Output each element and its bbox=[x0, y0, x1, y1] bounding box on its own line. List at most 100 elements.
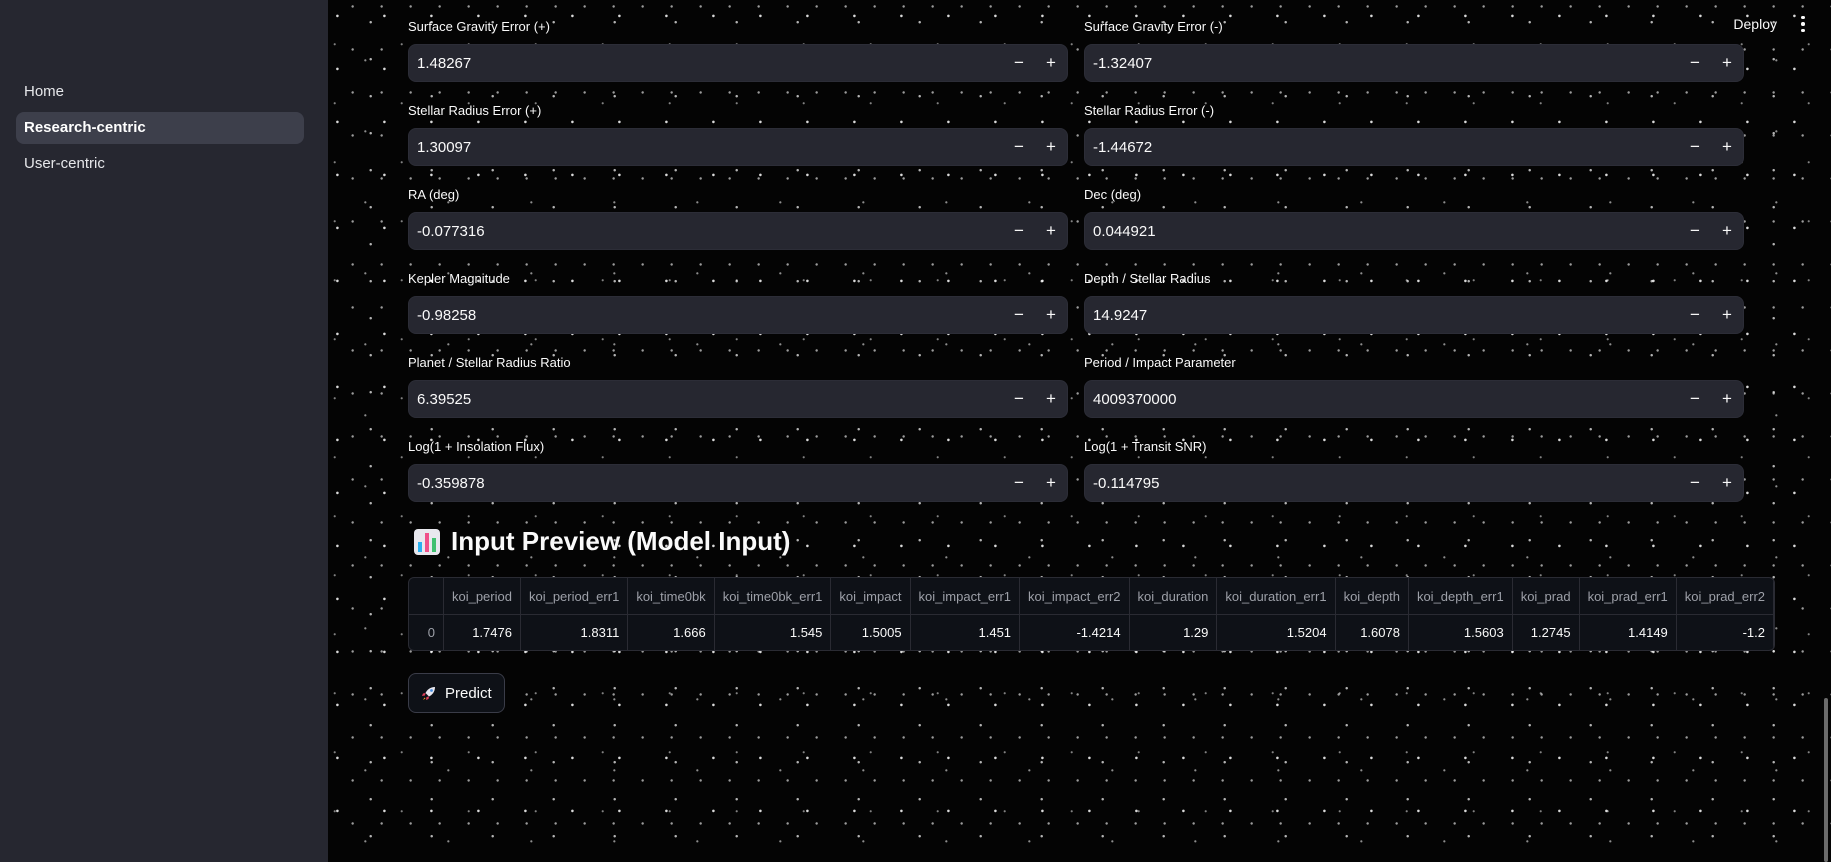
decrement-button[interactable]: − bbox=[1679, 44, 1711, 82]
decrement-button[interactable]: − bbox=[1679, 296, 1711, 334]
number-input[interactable]: 14.9247 − + bbox=[1084, 296, 1744, 334]
column-header[interactable]: koi_time0bk bbox=[627, 578, 715, 615]
number-input[interactable]: 6.39525 − + bbox=[408, 380, 1068, 418]
number-input-value[interactable]: -1.44672 bbox=[1093, 139, 1679, 156]
sidebar: Home Research-centric User-centric bbox=[0, 0, 328, 862]
number-input[interactable]: -0.98258 − + bbox=[408, 296, 1068, 334]
number-input-value[interactable]: -1.32407 bbox=[1093, 55, 1679, 72]
table-cell[interactable]: 1.666 bbox=[627, 614, 715, 650]
increment-button[interactable]: + bbox=[1711, 464, 1743, 502]
decrement-button[interactable]: − bbox=[1003, 212, 1035, 250]
column-header[interactable]: koi_duration_err1 bbox=[1216, 578, 1336, 615]
field-label: RA (deg) bbox=[408, 187, 460, 202]
sidebar-item-user-centric[interactable]: User-centric bbox=[16, 148, 304, 180]
increment-button[interactable]: + bbox=[1711, 44, 1743, 82]
header-actions: Deploy bbox=[1733, 14, 1811, 34]
table-cell[interactable]: -1.4214 bbox=[1019, 614, 1130, 650]
rocket-icon bbox=[422, 687, 435, 700]
field-label: Log(1 + Transit SNR) bbox=[1084, 439, 1207, 454]
increment-button[interactable]: + bbox=[1035, 464, 1067, 502]
number-input-value[interactable]: -0.077316 bbox=[417, 223, 1003, 240]
number-input[interactable]: -1.32407 − + bbox=[1084, 44, 1744, 82]
column-header[interactable]: koi_prad bbox=[1512, 578, 1580, 615]
column-header[interactable]: koi_duration bbox=[1129, 578, 1218, 615]
table-cell[interactable]: 1.451 bbox=[910, 614, 1021, 650]
number-input[interactable]: 4009370000 − + bbox=[1084, 380, 1744, 418]
table-row[interactable]: 0 1.7476 1.8311 1.666 1.545 1.5005 1.451 -1.42… bbox=[409, 614, 1774, 650]
increment-button[interactable]: + bbox=[1035, 380, 1067, 418]
increment-button[interactable]: + bbox=[1035, 44, 1067, 82]
decrement-button[interactable]: − bbox=[1003, 296, 1035, 334]
number-input[interactable]: -1.44672 − + bbox=[1084, 128, 1744, 166]
column-header[interactable]: koi_period_err1 bbox=[520, 578, 629, 615]
sidebar-item-home[interactable]: Home bbox=[16, 76, 304, 108]
number-input[interactable]: 1.48267 − + bbox=[408, 44, 1068, 82]
column-header[interactable]: koi_impact bbox=[830, 578, 911, 615]
number-input[interactable]: -0.077316 − + bbox=[408, 212, 1068, 250]
increment-button[interactable]: + bbox=[1035, 296, 1067, 334]
table-cell[interactable]: 1.545 bbox=[714, 614, 832, 650]
field-label: Planet / Stellar Radius Ratio bbox=[408, 355, 571, 370]
field-label: Dec (deg) bbox=[1084, 187, 1142, 202]
number-input-value[interactable]: 6.39525 bbox=[417, 391, 1003, 408]
number-input-value[interactable]: -0.114795 bbox=[1093, 475, 1679, 492]
field-surface-gravity-error-pos: Surface Gravity Error (+) 1.48267 − + bbox=[408, 18, 1068, 82]
increment-button[interactable]: + bbox=[1711, 296, 1743, 334]
increment-button[interactable]: + bbox=[1711, 212, 1743, 250]
increment-button[interactable]: + bbox=[1035, 212, 1067, 250]
decrement-button[interactable]: − bbox=[1679, 380, 1711, 418]
field-ra: RA (deg) -0.077316 − + bbox=[408, 186, 1068, 250]
sidebar-item-research-centric[interactable]: Research-centric bbox=[16, 112, 304, 144]
number-input-value[interactable]: 4009370000 bbox=[1093, 391, 1679, 408]
predict-button[interactable]: Predict bbox=[408, 673, 505, 713]
decrement-button[interactable]: − bbox=[1003, 464, 1035, 502]
column-header[interactable]: koi_depth_err1 bbox=[1408, 578, 1513, 615]
main-content: Deploy Surface Gravity Error (+) 1.48267… bbox=[328, 0, 1831, 862]
section-title: Input Preview (Model Input) bbox=[413, 526, 790, 557]
number-input-value[interactable]: 1.30097 bbox=[417, 139, 1003, 156]
section-title-text: Input Preview (Model Input) bbox=[451, 526, 791, 556]
decrement-button[interactable]: − bbox=[1003, 380, 1035, 418]
scrollbar[interactable] bbox=[1824, 698, 1828, 862]
number-input-value[interactable]: 0.044921 bbox=[1093, 223, 1679, 240]
column-header[interactable]: koi_impact_err2 bbox=[1019, 578, 1130, 615]
decrement-button[interactable]: − bbox=[1003, 128, 1035, 166]
more-vert-icon[interactable] bbox=[1795, 14, 1811, 34]
table-cell[interactable]: 1.8311 bbox=[520, 614, 629, 650]
input-preview-table[interactable]: koi_period koi_period_err1 koi_time0bk koi_… bbox=[408, 577, 1775, 651]
field-stellar-radius-error-pos: Stellar Radius Error (+) 1.30097 − + bbox=[408, 102, 1068, 166]
table-cell[interactable]: -1.2 bbox=[1676, 614, 1774, 650]
increment-button[interactable]: + bbox=[1035, 128, 1067, 166]
column-header[interactable]: koi_prad_err2 bbox=[1676, 578, 1774, 615]
column-header[interactable]: koi_time0bk_err1 bbox=[714, 578, 832, 615]
increment-button[interactable]: + bbox=[1711, 380, 1743, 418]
increment-button[interactable]: + bbox=[1711, 128, 1743, 166]
table-cell[interactable]: 1.5603 bbox=[1408, 614, 1513, 650]
decrement-button[interactable]: − bbox=[1679, 212, 1711, 250]
number-input-value[interactable]: 14.9247 bbox=[1093, 307, 1679, 324]
decrement-button[interactable]: − bbox=[1003, 44, 1035, 82]
table-cell[interactable]: 1.6078 bbox=[1335, 614, 1409, 650]
decrement-button[interactable]: − bbox=[1679, 128, 1711, 166]
table-cell[interactable]: 1.4149 bbox=[1579, 614, 1677, 650]
row-index: 0 bbox=[409, 614, 444, 650]
number-input[interactable]: -0.359878 − + bbox=[408, 464, 1068, 502]
column-header[interactable]: koi_impact_err1 bbox=[910, 578, 1021, 615]
number-input[interactable]: 1.30097 − + bbox=[408, 128, 1068, 166]
number-input-value[interactable]: 1.48267 bbox=[417, 55, 1003, 72]
field-stellar-radius-error-neg: Stellar Radius Error (-) -1.44672 − + bbox=[1084, 102, 1744, 166]
field-label: Log(1 + Insolation Flux) bbox=[408, 439, 545, 454]
number-input[interactable]: -0.114795 − + bbox=[1084, 464, 1744, 502]
table-cell[interactable]: 1.5005 bbox=[830, 614, 911, 650]
decrement-button[interactable]: − bbox=[1679, 464, 1711, 502]
number-input[interactable]: 0.044921 − + bbox=[1084, 212, 1744, 250]
number-input-value[interactable]: -0.98258 bbox=[417, 307, 1003, 324]
table-cell[interactable]: 1.5204 bbox=[1216, 614, 1336, 650]
column-header[interactable]: koi_prad_err1 bbox=[1579, 578, 1677, 615]
column-header[interactable]: koi_period bbox=[443, 578, 521, 615]
table-cell[interactable]: 1.29 bbox=[1129, 614, 1218, 650]
column-header[interactable]: koi_depth bbox=[1335, 578, 1409, 615]
number-input-value[interactable]: -0.359878 bbox=[417, 475, 1003, 492]
table-cell[interactable]: 1.7476 bbox=[443, 614, 521, 650]
table-cell[interactable]: 1.2745 bbox=[1512, 614, 1580, 650]
